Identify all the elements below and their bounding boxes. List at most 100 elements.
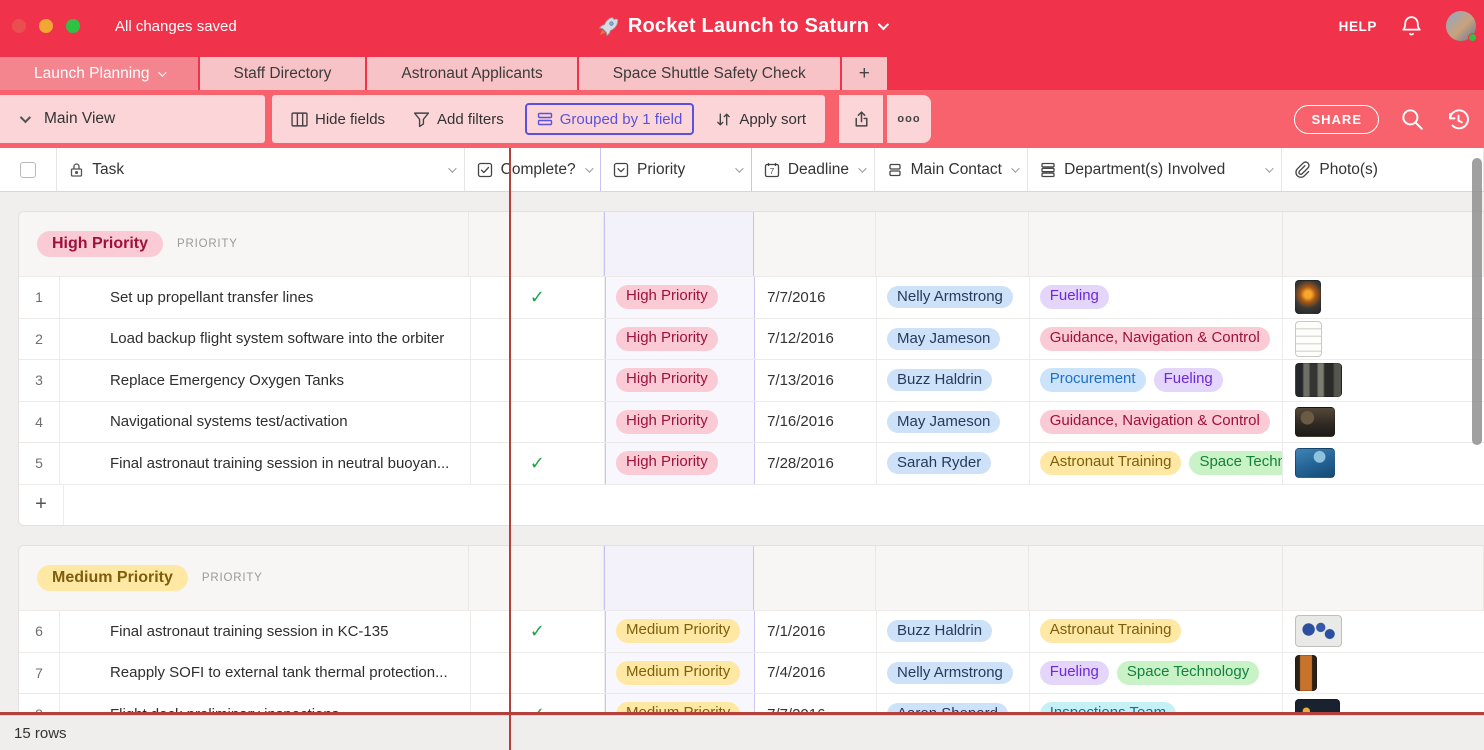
deadline-cell[interactable]: 7/1/2016	[755, 611, 877, 652]
photo-thumbnail[interactable]	[1295, 655, 1317, 691]
add-table-tab[interactable]: +	[842, 57, 887, 90]
departments-cell[interactable]: Guidance, Navigation & Control	[1030, 319, 1283, 360]
share-view-button[interactable]	[839, 95, 883, 143]
photo-thumbnail[interactable]	[1295, 363, 1342, 397]
main-contact-cell[interactable]: Buzz Haldrin	[877, 611, 1030, 652]
column-header-main-contact[interactable]: Main Contact	[875, 148, 1029, 191]
photo-thumbnail[interactable]	[1295, 615, 1342, 647]
task-cell[interactable]: Reapply SOFI to external tank thermal pr…	[60, 653, 471, 694]
main-contact-cell[interactable]: May Jameson	[877, 319, 1030, 360]
complete-cell[interactable]	[471, 653, 605, 694]
departments-cell[interactable]: Astronaut TrainingSpace Technology	[1030, 443, 1283, 484]
window-zoom-button[interactable]	[66, 19, 80, 33]
row-number-cell[interactable]: 5	[19, 443, 60, 484]
history-icon[interactable]	[1445, 106, 1472, 133]
help-button[interactable]: HELP	[1339, 19, 1377, 34]
main-contact-cell[interactable]: Nelly Armstrong	[877, 277, 1030, 318]
departments-cell[interactable]: Guidance, Navigation & Control	[1030, 402, 1283, 443]
task-cell[interactable]: Navigational systems test/activation	[60, 402, 471, 443]
complete-cell[interactable]	[471, 360, 605, 401]
photo-thumbnail[interactable]	[1295, 407, 1335, 437]
row-number-cell[interactable]: 6	[19, 611, 60, 652]
hide-fields-button[interactable]: Hide fields	[278, 95, 398, 143]
tab-space-shuttle-safety-check[interactable]: Space Shuttle Safety Check	[579, 57, 840, 90]
view-switcher[interactable]: Main View	[0, 95, 265, 143]
column-menu-chevron-icon[interactable]	[448, 164, 456, 172]
row-number-cell[interactable]: 4	[19, 402, 60, 443]
notifications-bell-icon[interactable]	[1399, 14, 1424, 39]
main-contact-cell[interactable]: Sarah Ryder	[877, 443, 1030, 484]
photo-cell[interactable]	[1283, 443, 1484, 484]
photo-cell[interactable]	[1283, 360, 1484, 401]
complete-cell[interactable]	[471, 319, 605, 360]
tab-launch-planning[interactable]: Launch Planning	[0, 57, 198, 90]
complete-cell[interactable]: ✓	[471, 611, 605, 652]
column-menu-chevron-icon[interactable]	[1011, 164, 1019, 172]
priority-cell[interactable]: High Priority	[605, 360, 755, 401]
column-menu-chevron-icon[interactable]	[858, 164, 866, 172]
column-menu-chevron-icon[interactable]	[1266, 164, 1274, 172]
photo-thumbnail[interactable]	[1295, 280, 1321, 314]
photo-cell[interactable]	[1283, 611, 1484, 652]
column-header-complete-[interactable]: Complete?	[465, 148, 601, 191]
grouped-by-button[interactable]: Grouped by 1 field	[525, 103, 695, 135]
main-contact-cell[interactable]: Buzz Haldrin	[877, 360, 1030, 401]
photo-cell[interactable]	[1283, 402, 1484, 443]
base-title[interactable]: Rocket Launch to Saturn	[628, 15, 869, 38]
photo-cell[interactable]	[1283, 277, 1484, 318]
priority-cell[interactable]: Medium Priority	[605, 611, 755, 652]
task-cell[interactable]: Replace Emergency Oxygen Tanks	[60, 360, 471, 401]
window-close-button[interactable]	[12, 19, 26, 33]
complete-cell[interactable]	[471, 402, 605, 443]
departments-cell[interactable]: Fueling	[1030, 277, 1283, 318]
photo-cell[interactable]	[1283, 653, 1484, 694]
row-number-cell[interactable]: 3	[19, 360, 60, 401]
deadline-cell[interactable]: 7/7/2016	[755, 277, 877, 318]
main-contact-cell[interactable]: Nelly Armstrong	[877, 653, 1030, 694]
column-header-department-s-involved[interactable]: Department(s) Involved	[1028, 148, 1282, 191]
departments-cell[interactable]: Astronaut Training	[1030, 611, 1283, 652]
deadline-cell[interactable]: 7/13/2016	[755, 360, 877, 401]
task-cell[interactable]: Load backup flight system software into …	[60, 319, 471, 360]
task-cell[interactable]: Set up propellant transfer lines	[60, 277, 471, 318]
priority-cell[interactable]: High Priority	[605, 402, 755, 443]
add-filters-button[interactable]: Add filters	[400, 95, 517, 143]
add-record-row[interactable]: +	[19, 484, 1484, 526]
task-cell[interactable]: Final astronaut training session in KC-1…	[60, 611, 471, 652]
column-header-deadline[interactable]: 7Deadline	[752, 148, 875, 191]
column-header-priority[interactable]: Priority	[601, 148, 752, 191]
window-minimize-button[interactable]	[39, 19, 53, 33]
row-number-cell[interactable]: 7	[19, 653, 60, 694]
photo-thumbnail[interactable]	[1295, 448, 1335, 478]
select-all-checkbox[interactable]	[20, 162, 36, 178]
column-menu-chevron-icon[interactable]	[735, 164, 743, 172]
search-icon[interactable]	[1399, 106, 1425, 132]
main-contact-cell[interactable]: May Jameson	[877, 402, 1030, 443]
vertical-scrollbar[interactable]	[1472, 158, 1482, 445]
deadline-cell[interactable]: 7/16/2016	[755, 402, 877, 443]
deadline-cell[interactable]: 7/28/2016	[755, 443, 877, 484]
priority-cell[interactable]: High Priority	[605, 319, 755, 360]
user-avatar[interactable]	[1446, 11, 1476, 41]
photo-cell[interactable]	[1283, 319, 1484, 360]
row-number-cell[interactable]: 2	[19, 319, 60, 360]
deadline-cell[interactable]: 7/12/2016	[755, 319, 877, 360]
departments-cell[interactable]: FuelingSpace Technology	[1030, 653, 1283, 694]
more-options-button[interactable]: ooo	[887, 95, 931, 143]
deadline-cell[interactable]: 7/4/2016	[755, 653, 877, 694]
base-title-chevron-icon[interactable]	[878, 19, 889, 30]
share-button[interactable]: SHARE	[1294, 105, 1379, 134]
complete-cell[interactable]: ✓	[471, 277, 605, 318]
apply-sort-button[interactable]: Apply sort	[702, 95, 819, 143]
group-header[interactable]: High PriorityPRIORITY	[19, 212, 1484, 276]
priority-cell[interactable]: High Priority	[605, 277, 755, 318]
priority-cell[interactable]: Medium Priority	[605, 653, 755, 694]
departments-cell[interactable]: ProcurementFueling	[1030, 360, 1283, 401]
tab-astronaut-applicants[interactable]: Astronaut Applicants	[367, 57, 576, 90]
column-header-photo-s-[interactable]: Photo(s)	[1282, 148, 1484, 191]
complete-cell[interactable]: ✓	[471, 443, 605, 484]
row-number-cell[interactable]: 1	[19, 277, 60, 318]
task-cell[interactable]: Final astronaut training session in neut…	[60, 443, 471, 484]
priority-cell[interactable]: High Priority	[605, 443, 755, 484]
column-header-task[interactable]: Task	[57, 148, 464, 191]
